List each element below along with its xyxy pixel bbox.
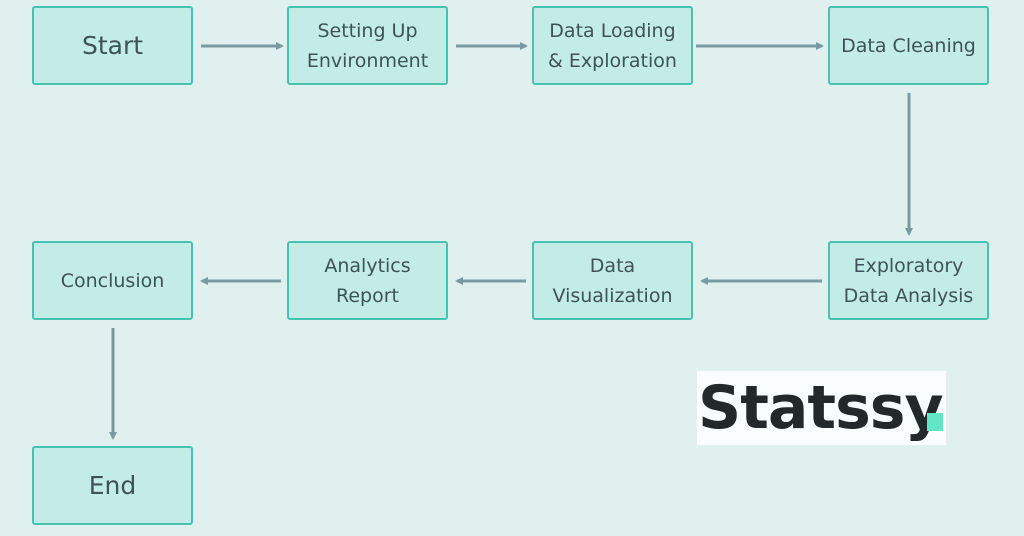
node-data-cleaning: Data Cleaning	[828, 6, 989, 85]
statssy-logo: Statssy	[697, 371, 946, 445]
node-conclusion: Conclusion	[32, 241, 193, 320]
logo-text: Statssy	[698, 373, 944, 443]
node-data-visualization: Data Visualization	[532, 241, 693, 320]
node-setting-up-environment: Setting Up Environment	[287, 6, 448, 85]
node-exploratory-data-analysis: Exploratory Data Analysis	[828, 241, 989, 320]
logo-accent-square	[927, 413, 943, 431]
node-data-loading-exploration: Data Loading & Exploration	[532, 6, 693, 85]
node-start: Start	[32, 6, 193, 85]
node-analytics-report: Analytics Report	[287, 241, 448, 320]
node-end: End	[32, 446, 193, 525]
